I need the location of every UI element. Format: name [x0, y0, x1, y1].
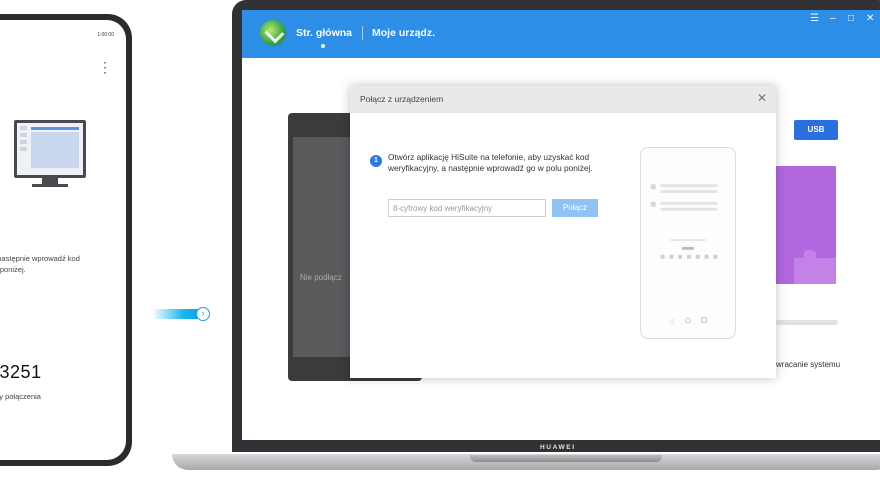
phone-verification-code: 2863251	[0, 362, 42, 382]
verification-code-input[interactable]	[388, 199, 546, 217]
nav-tab-home[interactable]: Str. główna	[296, 27, 352, 39]
laptop-hinge-notch	[470, 455, 662, 462]
laptop-brand-label: HUAWEI	[540, 444, 576, 451]
maximize-icon[interactable]: □	[848, 13, 854, 25]
dialog-instruction-text: Otwórz aplikację HiSuite na telefonie, a…	[388, 152, 593, 174]
phone-illustration-icon: ◁	[640, 147, 736, 339]
close-icon[interactable]: ✕	[757, 92, 767, 104]
connect-button[interactable]: Połącz	[552, 199, 598, 217]
more-options-icon[interactable]: ⋮	[98, 60, 112, 74]
progress-track	[776, 320, 838, 325]
dialog-title: Połącz z urządzeniem	[360, 94, 444, 104]
phone-status-time: 1:00:00	[97, 32, 114, 38]
monitor-illustration-icon	[14, 120, 86, 187]
system-restore-label[interactable]: wracanie systemu	[776, 360, 840, 369]
svg-text:◁: ◁	[668, 317, 674, 325]
nav-divider	[362, 26, 363, 40]
close-window-icon[interactable]: ✕	[866, 13, 874, 25]
minimize-icon[interactable]: –	[830, 13, 836, 25]
phone-instruction-text: rem, a następnie wprowadź kod poczny pon…	[0, 254, 80, 274]
app-header: Str. główna Moje urządz. ☰ – □ ✕	[242, 10, 880, 58]
active-tab-indicator	[321, 44, 325, 48]
phone-screen: 1:00:00 ⋮ rem, a następnie wprowadź kod …	[0, 20, 126, 460]
dialog-header: Połącz z urządzeniem ✕	[350, 86, 776, 113]
connect-device-dialog: Połącz z urządzeniem ✕ 1 Otwórz aplikacj…	[350, 86, 776, 378]
usb-button[interactable]: USB	[794, 120, 838, 140]
device-status-text: Nie podłącz	[300, 273, 342, 282]
feature-tile[interactable]	[776, 166, 836, 284]
arrow-right-icon: ›	[196, 307, 210, 321]
connection-indicator: ›	[152, 307, 212, 321]
laptop-screen: Str. główna Moje urządz. ☰ – □ ✕ Nie pod…	[242, 10, 880, 440]
phone-device: 1:00:00 ⋮ rem, a następnie wprowadź kod …	[0, 14, 132, 466]
puzzle-graphic-icon	[794, 250, 836, 284]
hisuite-logo-icon	[260, 20, 286, 46]
nav-tab-my-devices[interactable]: Moje urządz.	[372, 27, 435, 39]
phone-code-label: ryfikacyjny połączenia	[0, 392, 41, 401]
step-number-badge: 1	[370, 155, 382, 167]
menu-icon[interactable]: ☰	[810, 13, 819, 25]
